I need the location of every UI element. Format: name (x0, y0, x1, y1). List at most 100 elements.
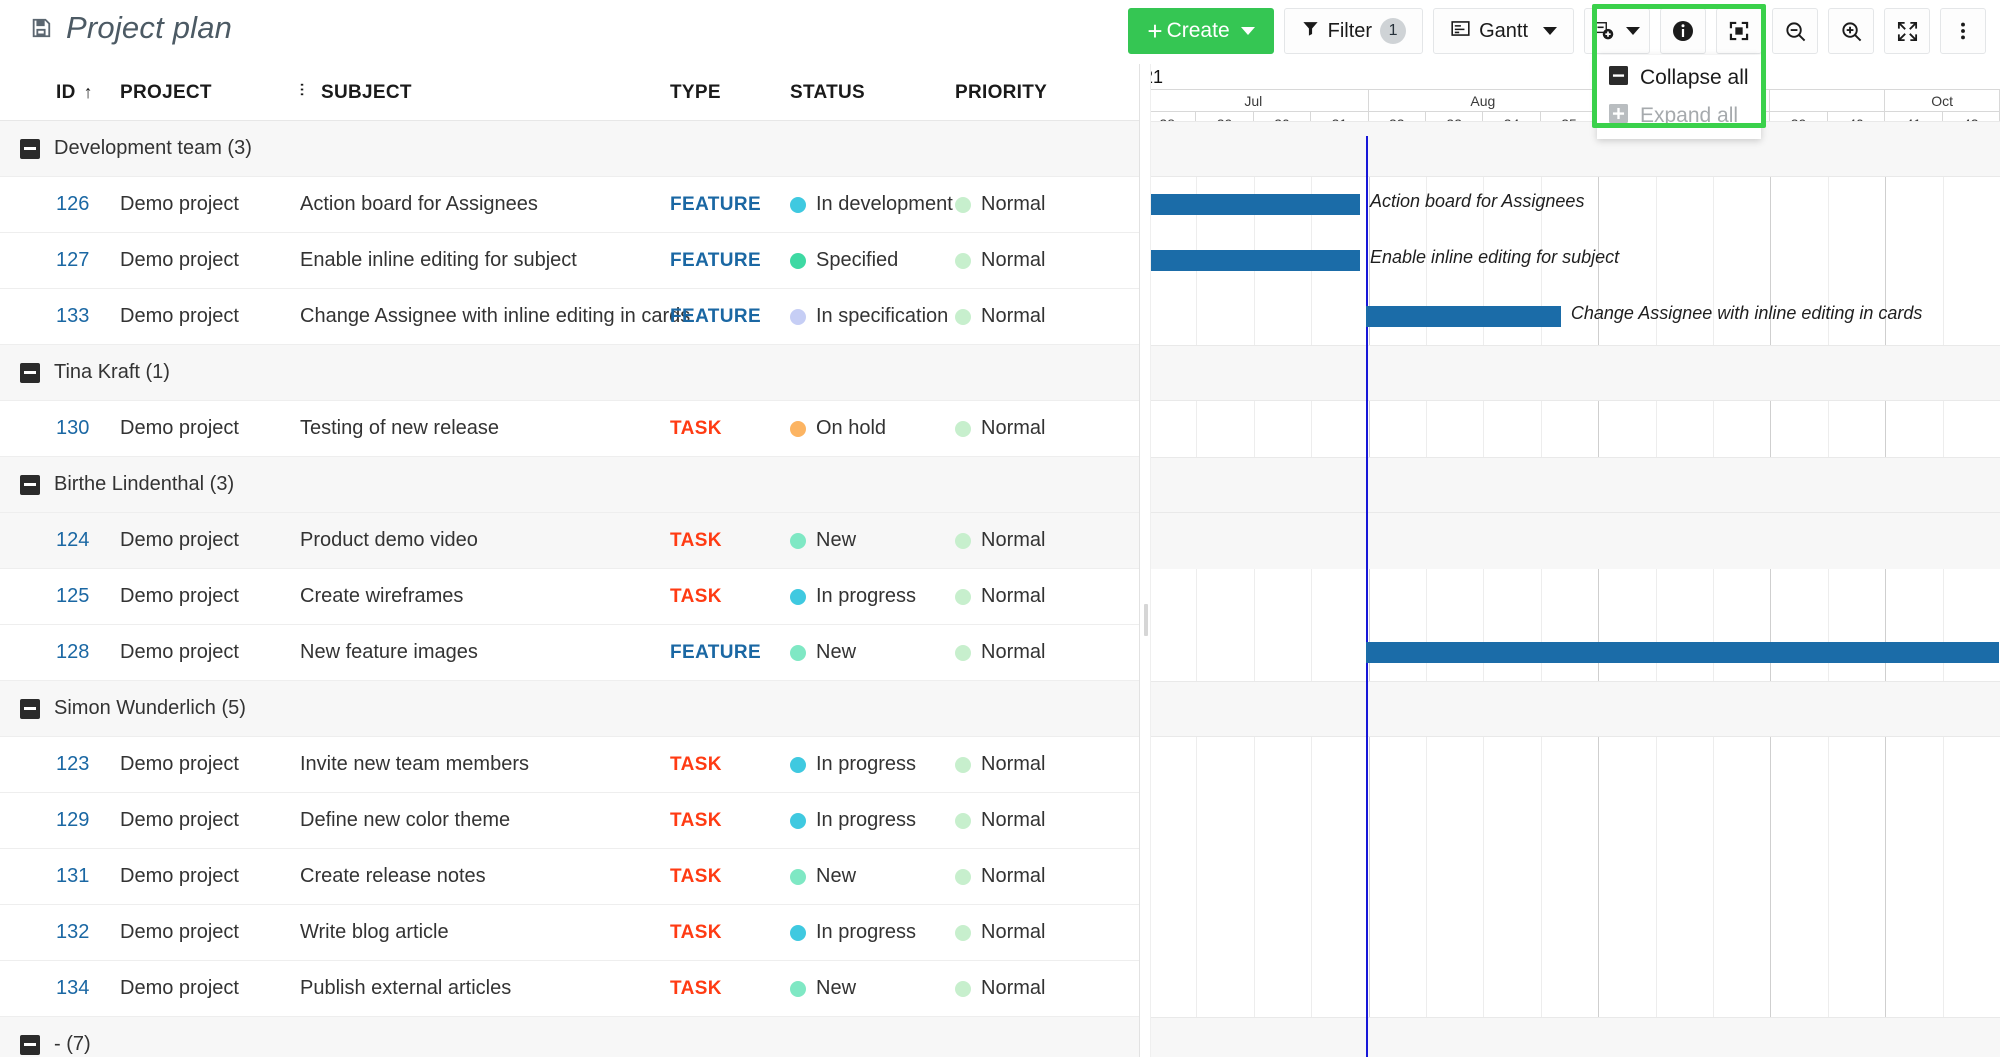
work-package-id-link[interactable]: 129 (56, 809, 89, 831)
work-package-id-link[interactable]: 126 (56, 193, 89, 215)
collapse-expand-dropdown-button[interactable] (1584, 8, 1650, 54)
cell-subject[interactable]: Action board for Assignees (300, 177, 670, 233)
zoom-in-button[interactable] (1828, 8, 1874, 54)
cell-priority[interactable]: Normal (955, 905, 1139, 961)
filter-button[interactable]: Filter 1 (1284, 8, 1423, 54)
floppy-disk-icon[interactable] (30, 17, 52, 39)
cell-project: Demo project (120, 849, 300, 905)
cell-priority[interactable]: Normal (955, 793, 1139, 849)
gantt-chart-pane[interactable]: 21 JulAugOct 282930313233343536373839404… (1139, 64, 2000, 1057)
column-header-status[interactable]: STATUS (790, 64, 955, 121)
table-row[interactable]: 124Demo projectProduct demo videoTASKNew… (0, 513, 1139, 569)
column-header-project[interactable]: PROJECT (120, 64, 300, 121)
fit-to-screen-button[interactable] (1716, 8, 1762, 54)
cell-priority[interactable]: Normal (955, 177, 1139, 233)
cell-subject[interactable]: Define new color theme (300, 793, 670, 849)
cell-subject[interactable]: Create wireframes (300, 569, 670, 625)
cell-subject[interactable]: New feature images (300, 625, 670, 681)
table-row[interactable]: 123Demo projectInvite new team membersTA… (0, 737, 1139, 793)
cell-subject[interactable]: Enable inline editing for subject (300, 233, 670, 289)
cell-subject[interactable]: Publish external articles (300, 961, 670, 1017)
table-row[interactable]: 131Demo projectCreate release notesTASKN… (0, 849, 1139, 905)
group-collapse-toggle[interactable] (20, 699, 40, 719)
table-row[interactable]: 126Demo projectAction board for Assignee… (0, 177, 1139, 233)
cell-status[interactable]: New (790, 849, 955, 905)
cell-status[interactable]: New (790, 513, 955, 569)
more-options-button[interactable] (1940, 8, 1986, 54)
cell-status[interactable]: In development (790, 177, 955, 233)
group-collapse-toggle[interactable] (20, 1035, 40, 1055)
cell-subject[interactable]: Product demo video (300, 513, 670, 569)
gantt-bar[interactable] (1366, 642, 2000, 663)
table-row[interactable]: 128Demo projectNew feature imagesFEATURE… (0, 625, 1139, 681)
work-package-id-link[interactable]: 123 (56, 753, 89, 775)
cell-subject[interactable]: Create release notes (300, 849, 670, 905)
menu-item-expand-all[interactable]: Expand all (1597, 97, 1761, 135)
work-package-id-link[interactable]: 133 (56, 305, 89, 327)
cell-subject[interactable]: Testing of new release (300, 401, 670, 457)
cell-priority[interactable]: Normal (955, 289, 1139, 345)
cell-priority[interactable]: Normal (955, 737, 1139, 793)
work-package-id-link[interactable]: 125 (56, 585, 89, 607)
status-dot (790, 925, 806, 941)
table-group-row[interactable]: Development team (3) (0, 121, 1139, 177)
column-header-subject[interactable]: SUBJECT (300, 64, 670, 121)
cell-priority[interactable]: Normal (955, 625, 1139, 681)
work-package-id-link[interactable]: 128 (56, 641, 89, 663)
cell-status[interactable]: In progress (790, 793, 955, 849)
work-package-id-link[interactable]: 132 (56, 921, 89, 943)
zoom-out-button[interactable] (1772, 8, 1818, 54)
group-collapse-toggle[interactable] (20, 139, 40, 159)
priority-dot (955, 757, 971, 773)
table-group-row[interactable]: Simon Wunderlich (5) (0, 681, 1139, 737)
cell-subject[interactable]: Invite new team members (300, 737, 670, 793)
work-package-id-link[interactable]: 124 (56, 529, 89, 551)
cell-status[interactable]: In progress (790, 737, 955, 793)
cell-priority[interactable]: Normal (955, 513, 1139, 569)
cell-priority[interactable]: Normal (955, 849, 1139, 905)
status-dot (790, 981, 806, 997)
column-header-id[interactable]: ID↑ (0, 64, 120, 121)
group-collapse-toggle[interactable] (20, 475, 40, 495)
table-row[interactable]: 133Demo projectChange Assignee with inli… (0, 289, 1139, 345)
cell-priority[interactable]: Normal (955, 233, 1139, 289)
gantt-bar[interactable] (1139, 250, 1360, 271)
table-row[interactable]: 129Demo projectDefine new color themeTAS… (0, 793, 1139, 849)
fullscreen-button[interactable] (1884, 8, 1930, 54)
table-group-row[interactable]: Tina Kraft (1) (0, 345, 1139, 401)
column-header-type[interactable]: TYPE (670, 64, 790, 121)
info-button[interactable] (1660, 8, 1706, 54)
table-row[interactable]: 132Demo projectWrite blog articleTASKIn … (0, 905, 1139, 961)
cell-status[interactable]: Specified (790, 233, 955, 289)
create-button[interactable]: + Create (1128, 8, 1273, 54)
cell-priority[interactable]: Normal (955, 961, 1139, 1017)
group-collapse-toggle[interactable] (20, 363, 40, 383)
cell-priority[interactable]: Normal (955, 401, 1139, 457)
cell-status[interactable]: In progress (790, 569, 955, 625)
splitter-grip[interactable] (1144, 604, 1148, 636)
table-row[interactable]: 127Demo projectEnable inline editing for… (0, 233, 1139, 289)
cell-subject[interactable]: Write blog article (300, 905, 670, 961)
table-row[interactable]: 125Demo projectCreate wireframesTASKIn p… (0, 569, 1139, 625)
work-package-id-link[interactable]: 134 (56, 977, 89, 999)
work-package-id-link[interactable]: 131 (56, 865, 89, 887)
cell-status[interactable]: On hold (790, 401, 955, 457)
table-group-row[interactable]: - (7) (0, 1017, 1139, 1057)
gantt-bar[interactable] (1139, 194, 1360, 215)
gantt-view-button[interactable]: Gantt (1433, 8, 1574, 54)
pane-splitter[interactable] (1139, 64, 1151, 1057)
work-package-id-link[interactable]: 130 (56, 417, 89, 439)
cell-priority[interactable]: Normal (955, 569, 1139, 625)
cell-status[interactable]: New (790, 625, 955, 681)
cell-status[interactable]: In specification (790, 289, 955, 345)
table-row[interactable]: 134Demo projectPublish external articles… (0, 961, 1139, 1017)
menu-item-collapse-all[interactable]: Collapse all (1597, 59, 1761, 97)
cell-subject[interactable]: Change Assignee with inline editing in c… (300, 289, 670, 345)
gantt-bar[interactable] (1366, 306, 1561, 327)
table-row[interactable]: 130Demo projectTesting of new releaseTAS… (0, 401, 1139, 457)
work-package-id-link[interactable]: 127 (56, 249, 89, 271)
table-group-row[interactable]: Birthe Lindenthal (3) (0, 457, 1139, 513)
cell-status[interactable]: New (790, 961, 955, 1017)
cell-status[interactable]: In progress (790, 905, 955, 961)
column-header-priority[interactable]: PRIORITY (955, 64, 1139, 121)
